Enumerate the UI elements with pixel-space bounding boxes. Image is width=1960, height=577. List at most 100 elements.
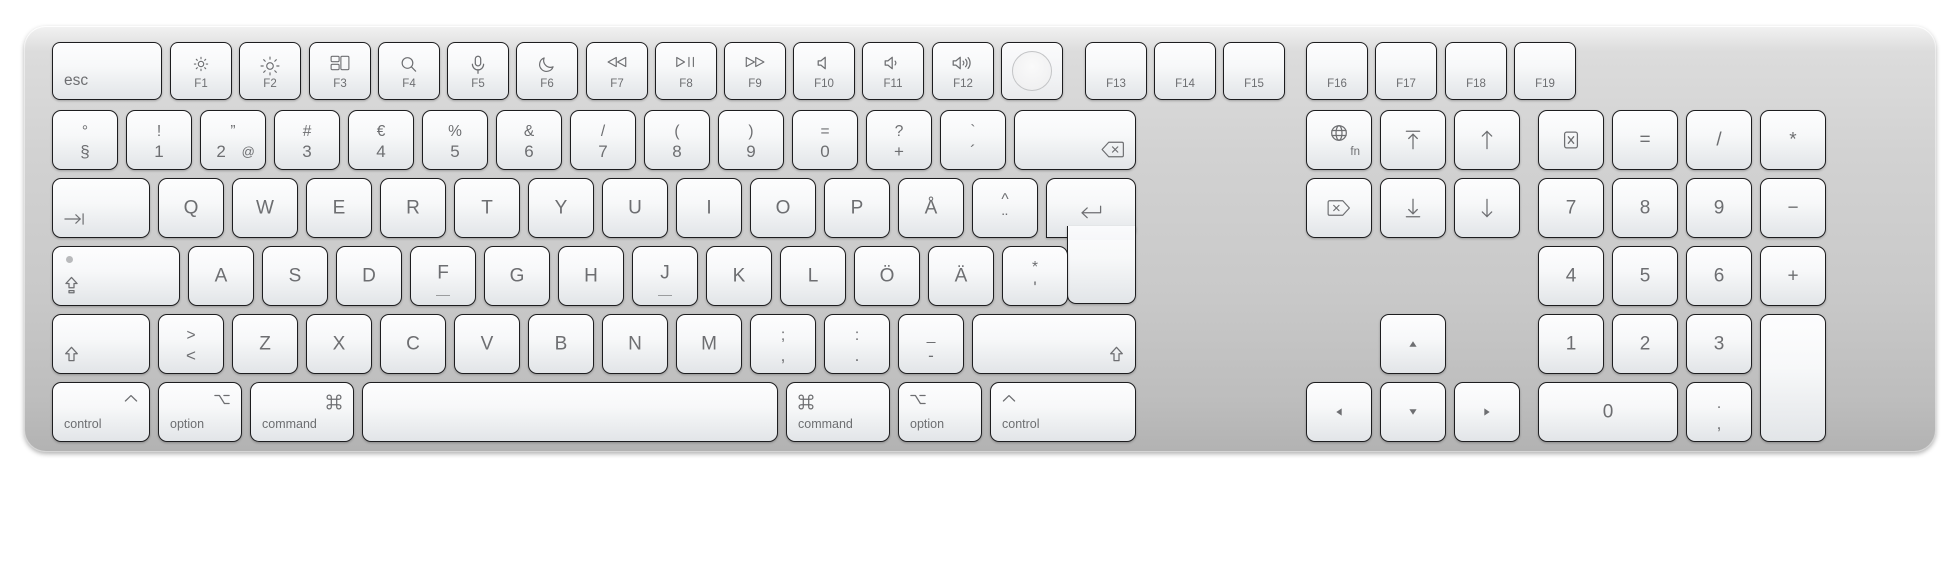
key-v[interactable]: V (454, 314, 520, 374)
key-command-left[interactable]: command (250, 382, 354, 442)
key-numpad-4[interactable]: 4 (1538, 246, 1604, 306)
key-x[interactable]: X (306, 314, 372, 374)
key-less-greater[interactable]: > < (158, 314, 224, 374)
key-a[interactable]: A (188, 246, 254, 306)
key-numpad-6[interactable]: 6 (1686, 246, 1752, 306)
key-f8[interactable]: F8 (655, 42, 717, 100)
key-p[interactable]: P (824, 178, 890, 238)
key-f9[interactable]: F9 (724, 42, 786, 100)
key-f18[interactable]: F18 (1445, 42, 1507, 100)
key-numpad-5[interactable]: 5 (1612, 246, 1678, 306)
key-tab[interactable] (52, 178, 150, 238)
key-aring[interactable]: Å (898, 178, 964, 238)
key-end[interactable] (1380, 178, 1446, 238)
key-numpad-9[interactable]: 9 (1686, 178, 1752, 238)
key-9[interactable]: ) 9 (718, 110, 784, 170)
key-f5[interactable]: F5 (447, 42, 509, 100)
key-q[interactable]: Q (158, 178, 224, 238)
key-page-up[interactable] (1454, 110, 1520, 170)
key-4[interactable]: € 4 (348, 110, 414, 170)
key-comma[interactable]: ; , (750, 314, 816, 374)
key-e[interactable]: E (306, 178, 372, 238)
key-m[interactable]: M (676, 314, 742, 374)
key-apostrophe[interactable]: * ' (1002, 246, 1068, 306)
key-diaeresis[interactable]: ^ ¨ (972, 178, 1038, 238)
key-r[interactable]: R (380, 178, 446, 238)
key-caps-lock[interactable] (52, 246, 180, 306)
key-esc[interactable]: esc (52, 42, 162, 100)
key-numpad-enter[interactable] (1760, 314, 1826, 442)
key-u[interactable]: U (602, 178, 668, 238)
key-command-right[interactable]: command (786, 382, 890, 442)
key-option-right[interactable]: option (898, 382, 982, 442)
key-odiaeresis[interactable]: Ö (854, 246, 920, 306)
key-control-right[interactable]: control (990, 382, 1136, 442)
key-minus[interactable]: _ - (898, 314, 964, 374)
key-f19[interactable]: F19 (1514, 42, 1576, 100)
key-f7[interactable]: F7 (586, 42, 648, 100)
key-control-left[interactable]: control (52, 382, 150, 442)
key-arrow-down[interactable] (1380, 382, 1446, 442)
key-f16[interactable]: F16 (1306, 42, 1368, 100)
key-6[interactable]: & 6 (496, 110, 562, 170)
key-plus[interactable]: ? + (866, 110, 932, 170)
key-section[interactable]: ° § (52, 110, 118, 170)
key-delete[interactable] (1014, 110, 1136, 170)
key-page-down[interactable] (1454, 178, 1520, 238)
key-numpad-2[interactable]: 2 (1612, 314, 1678, 374)
key-i[interactable]: I (676, 178, 742, 238)
key-f6[interactable]: F6 (516, 42, 578, 100)
key-2[interactable]: ” 2 @ (200, 110, 266, 170)
key-period[interactable]: : . (824, 314, 890, 374)
key-1[interactable]: ! 1 (126, 110, 192, 170)
key-f13[interactable]: F13 (1085, 42, 1147, 100)
key-0[interactable]: = 0 (792, 110, 858, 170)
key-5[interactable]: % 5 (422, 110, 488, 170)
key-numpad-7[interactable]: 7 (1538, 178, 1604, 238)
key-numpad-3[interactable]: 3 (1686, 314, 1752, 374)
key-l[interactable]: L (780, 246, 846, 306)
key-home[interactable] (1380, 110, 1446, 170)
key-numpad-minus[interactable]: − (1760, 178, 1826, 238)
key-f15[interactable]: F15 (1223, 42, 1285, 100)
key-f17[interactable]: F17 (1375, 42, 1437, 100)
key-numpad-plus[interactable]: + (1760, 246, 1826, 306)
key-b[interactable]: B (528, 314, 594, 374)
key-k[interactable]: K (706, 246, 772, 306)
key-adiaeresis[interactable]: Ä (928, 246, 994, 306)
key-fn-globe[interactable]: fn (1306, 110, 1372, 170)
key-arrow-up[interactable] (1380, 314, 1446, 374)
key-numpad-clear[interactable] (1538, 110, 1604, 170)
key-3[interactable]: # 3 (274, 110, 340, 170)
key-f3[interactable]: F3 (309, 42, 371, 100)
key-o[interactable]: O (750, 178, 816, 238)
key-numpad-0[interactable]: 0 (1538, 382, 1678, 442)
key-f4[interactable]: F4 (378, 42, 440, 100)
key-f1[interactable]: F1 (170, 42, 232, 100)
key-h[interactable]: H (558, 246, 624, 306)
key-space[interactable] (362, 382, 778, 442)
key-f14[interactable]: F14 (1154, 42, 1216, 100)
key-s[interactable]: S (262, 246, 328, 306)
key-numpad-divide[interactable]: / (1686, 110, 1752, 170)
key-shift-right[interactable] (972, 314, 1136, 374)
key-touch-id[interactable] (1001, 42, 1063, 100)
key-arrow-left[interactable] (1306, 382, 1372, 442)
key-numpad-1[interactable]: 1 (1538, 314, 1604, 374)
key-j[interactable]: J (632, 246, 698, 306)
key-8[interactable]: ( 8 (644, 110, 710, 170)
key-f11[interactable]: F11 (862, 42, 924, 100)
key-w[interactable]: W (232, 178, 298, 238)
key-f[interactable]: F (410, 246, 476, 306)
key-arrow-right[interactable] (1454, 382, 1520, 442)
key-forward-delete[interactable] (1306, 178, 1372, 238)
key-7[interactable]: / 7 (570, 110, 636, 170)
key-d[interactable]: D (336, 246, 402, 306)
key-option-left[interactable]: option (158, 382, 242, 442)
key-numpad-decimal[interactable]: . , (1686, 382, 1752, 442)
key-f10[interactable]: F10 (793, 42, 855, 100)
key-acute[interactable]: ` ´ (940, 110, 1006, 170)
key-f2[interactable]: F2 (239, 42, 301, 100)
key-numpad-8[interactable]: 8 (1612, 178, 1678, 238)
key-f12[interactable]: F12 (932, 42, 994, 100)
